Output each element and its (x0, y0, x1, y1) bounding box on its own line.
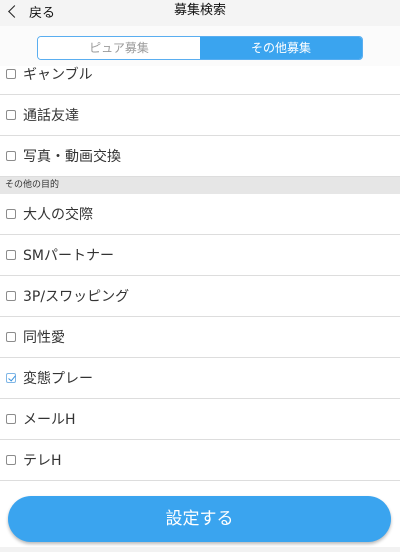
list-item-label: 通話友達 (23, 108, 79, 124)
checkbox[interactable] (6, 291, 16, 301)
list-item[interactable]: 同性愛 (0, 317, 400, 358)
list-item[interactable]: 3P/スワッピング (0, 276, 400, 317)
tab-pure-recruit[interactable]: ピュア募集 (38, 37, 200, 59)
list-item-label: テレH (23, 453, 62, 469)
section-header: その他の目的 (0, 177, 400, 194)
checkbox[interactable] (6, 209, 16, 219)
list-item-label: SMパートナー (23, 248, 114, 264)
list-item[interactable]: 写真・動画交換 (0, 136, 400, 177)
bottom-bar (0, 547, 400, 552)
list-item-label: 写真・動画交換 (23, 149, 121, 165)
list-item-label: 同性愛 (23, 330, 65, 346)
list-item-label: メールH (23, 412, 76, 428)
tab-other-recruit[interactable]: その他募集 (200, 37, 362, 59)
list-item[interactable]: 大人の交際 (0, 194, 400, 235)
checkbox[interactable] (6, 332, 16, 342)
list-item[interactable]: メールH (0, 399, 400, 440)
list-item-label: ギャンブル (23, 67, 93, 83)
checkbox[interactable] (6, 250, 16, 260)
checkbox[interactable] (6, 151, 16, 161)
list-item-label: 変態プレー (23, 371, 93, 387)
list-item[interactable]: SMパートナー (0, 235, 400, 276)
checkbox[interactable] (6, 69, 16, 79)
checkbox[interactable] (6, 414, 16, 424)
list-item-label: 3P/スワッピング (23, 289, 130, 305)
segmented-control: ピュア募集 その他募集 (37, 36, 363, 60)
page-title: 募集検索 (173, 3, 226, 18)
navigation-bar: 戻る 募集検索 (0, 0, 400, 26)
checkbox[interactable] (6, 110, 16, 120)
list-item[interactable]: テレH (0, 440, 400, 481)
purpose-list[interactable]: ギャンブル 通話友達 写真・動画交換 その他の目的 大人の交際 SMパートナー … (0, 66, 400, 482)
segment-area: ピュア募集 その他募集 (0, 26, 400, 66)
list-item[interactable]: ギャンブル (0, 66, 400, 95)
list-item-label: 大人の交際 (23, 207, 93, 223)
checkbox[interactable] (6, 455, 16, 465)
checkbox-checked[interactable] (6, 373, 16, 383)
list-item[interactable]: 変態プレー (0, 358, 400, 399)
list-item[interactable]: 通話友達 (0, 95, 400, 136)
footer: 設定する (0, 482, 400, 552)
submit-button[interactable]: 設定する (8, 496, 391, 542)
